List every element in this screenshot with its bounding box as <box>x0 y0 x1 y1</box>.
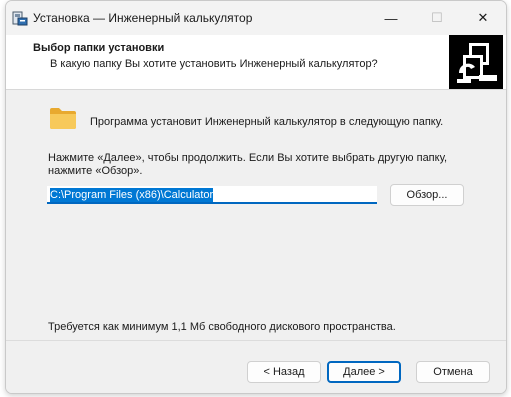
minimize-icon: — <box>384 10 398 26</box>
folder-icon <box>50 108 76 129</box>
installer-window: Установка — Инженерный калькулятор — ☐ ✕… <box>5 0 507 394</box>
footer-divider <box>6 340 506 341</box>
minimize-button[interactable]: — <box>368 1 414 35</box>
intro-text: Программа установит Инженерный калькулят… <box>90 116 444 128</box>
wizard-content: Программа установит Инженерный калькулят… <box>6 90 506 340</box>
next-button[interactable]: Далее > <box>327 361 401 383</box>
title-bar[interactable]: Установка — Инженерный калькулятор — ☐ ✕ <box>6 1 506 35</box>
browse-button[interactable]: Обзор... <box>390 184 464 206</box>
wizard-header: Выбор папки установки В какую папку Вы х… <box>6 35 506 90</box>
disk-requirement-text: Требуется как минимум 1,1 Мб свободного … <box>48 321 396 333</box>
installer-app-icon <box>12 11 28 26</box>
computer-install-logo-icon <box>449 35 503 89</box>
window-title: Установка — Инженерный калькулятор <box>33 11 253 25</box>
install-path-value: C:\Program Files (x86)\Calculator <box>50 188 214 202</box>
maximize-button[interactable]: ☐ <box>414 1 460 35</box>
close-button[interactable]: ✕ <box>460 1 506 35</box>
maximize-icon: ☐ <box>431 10 443 25</box>
page-title: Выбор папки установки <box>33 42 165 54</box>
close-icon: ✕ <box>477 10 489 25</box>
page-subtitle: В какую папку Вы хотите установить Инжен… <box>50 58 378 70</box>
instruction-text: Нажмите «Далее», чтобы продолжить. Если … <box>48 152 448 177</box>
wizard-footer: < Назад Далее > Отмена <box>6 340 506 393</box>
back-button[interactable]: < Назад <box>247 361 321 383</box>
cancel-button[interactable]: Отмена <box>416 361 490 383</box>
install-path-input[interactable]: C:\Program Files (x86)\Calculator <box>47 186 377 204</box>
